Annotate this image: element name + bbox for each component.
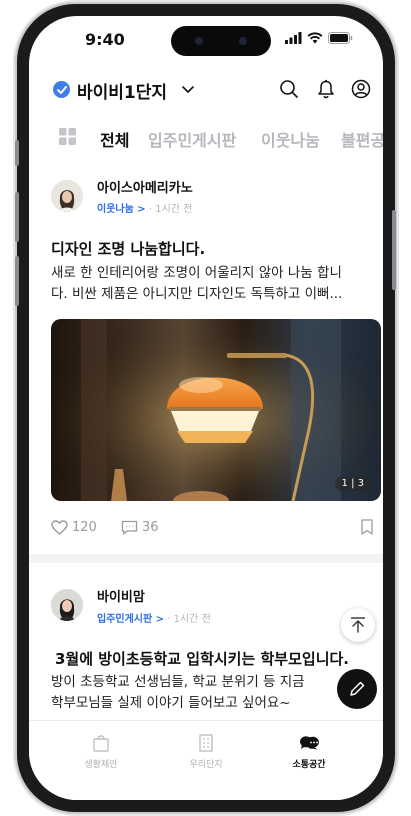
tab-complaints[interactable]: 불편공감 xyxy=(341,127,383,151)
status-bar: 9:40 xyxy=(29,16,383,66)
category-tabs: 전체 입주민게시판 이웃나눔 불편공감 xyxy=(29,120,383,156)
camera-dot xyxy=(239,37,247,45)
app-screen: 9:40 바이비1단지 전체 입주민게시판 이웃나눔 불편공 아이스아메리카노 … xyxy=(29,16,383,800)
bell-icon[interactable] xyxy=(316,79,336,103)
photo-counter: 1 | 3 xyxy=(334,476,371,491)
grid-menu-icon[interactable] xyxy=(59,128,76,149)
phone-power-button xyxy=(392,210,396,290)
comment-icon[interactable] xyxy=(121,520,138,539)
tab-resident-board[interactable]: 입주민게시판 xyxy=(148,127,236,151)
camera-dot xyxy=(195,37,203,45)
post-meta: 입주민게시판 > · 1시간 전 xyxy=(97,610,211,625)
post-author[interactable]: 아이스아메리카노 xyxy=(97,177,193,196)
bookmark-icon[interactable] xyxy=(361,519,373,539)
bottom-nav: 생활제안 우리단지 소통공간 xyxy=(29,720,383,800)
post-body-line: 다. 비싼 제품은 아니지만 디자인도 독특하고 이뻐... xyxy=(51,286,343,302)
phone-volume-up-button xyxy=(15,192,19,242)
avatar xyxy=(51,180,83,212)
like-count: 120 xyxy=(72,520,97,535)
post-actions: 120 36 xyxy=(29,512,383,542)
meta-separator: · xyxy=(167,614,171,625)
post-body-line: 방이 초등학교 선생님들, 학교 분위기 등 지금 xyxy=(51,674,305,690)
phone-side-button xyxy=(15,140,19,166)
tab-neighbor-sharing[interactable]: 이웃나눔 xyxy=(261,127,320,151)
dynamic-island xyxy=(171,26,271,56)
chevron-down-icon[interactable] xyxy=(181,81,195,100)
post-body-line: 새로 한 인테리어랑 조명이 어울리지 않아 나눔 합니 xyxy=(51,265,342,281)
building-icon xyxy=(199,734,213,752)
nav-label: 우리단지 xyxy=(189,760,223,770)
chat-bubbles-icon xyxy=(299,736,319,750)
post-title[interactable]: 디자인 조명 나눔합니다. xyxy=(51,238,205,259)
profile-icon[interactable] xyxy=(351,79,371,103)
post-time: 1시간 전 xyxy=(173,614,211,625)
pencil-icon xyxy=(350,681,365,696)
avatar xyxy=(51,589,83,621)
app-header: 바이비1단지 xyxy=(29,68,383,112)
write-post-button[interactable] xyxy=(337,669,377,709)
arrow-up-icon xyxy=(351,617,365,633)
post-body[interactable]: 방이 초등학교 선생님들, 학교 분위기 등 지금 학부모님들 실제 이야기 들… xyxy=(51,672,381,714)
nav-label: 소통공간 xyxy=(292,760,326,770)
nav-item-lifestyle[interactable]: 생활제안 xyxy=(61,733,141,770)
post-category-link[interactable]: 이웃나눔 > xyxy=(97,204,146,215)
nav-item-community[interactable]: 소통공간 xyxy=(269,733,349,770)
scroll-to-top-button[interactable] xyxy=(341,608,375,642)
post-body[interactable]: 새로 한 인테리어랑 조명이 어울리지 않아 나눔 합니 다. 비싼 제품은 아… xyxy=(51,263,381,305)
nav-item-our-complex[interactable]: 우리단지 xyxy=(166,733,246,770)
post-author[interactable]: 바이비맘 xyxy=(97,586,145,605)
cellular-signal-icon xyxy=(285,32,302,44)
battery-icon xyxy=(328,32,353,44)
wifi-icon xyxy=(307,32,323,44)
post-category-link[interactable]: 입주민게시판 > xyxy=(97,614,164,625)
tab-all[interactable]: 전체 xyxy=(100,127,129,151)
status-icons xyxy=(285,32,353,44)
search-icon[interactable] xyxy=(279,79,299,103)
post-meta: 이웃나눔 > · 1시간 전 xyxy=(97,200,192,215)
meta-separator: · xyxy=(148,204,153,215)
post-time: 1시간 전 xyxy=(155,204,193,215)
post-photo-lamp[interactable]: 1 | 3 xyxy=(51,319,381,501)
heart-icon[interactable] xyxy=(51,520,68,539)
status-time: 9:40 xyxy=(85,30,125,49)
complex-name[interactable]: 바이비1단지 xyxy=(77,78,167,103)
post-title[interactable]: 3월에 방이초등학교 입학시키는 학부모입니다. xyxy=(55,648,349,669)
post-body-line: 학부모님들 실제 이야기 들어보고 싶어요~ xyxy=(51,695,291,711)
comment-count: 36 xyxy=(142,520,159,535)
shopping-bag-icon xyxy=(93,735,109,752)
verified-check-icon xyxy=(53,81,70,98)
phone-volume-down-button xyxy=(15,256,19,306)
lamp-photo-illustration xyxy=(51,319,381,501)
nav-label: 생활제안 xyxy=(84,760,118,770)
post-divider xyxy=(29,554,383,563)
